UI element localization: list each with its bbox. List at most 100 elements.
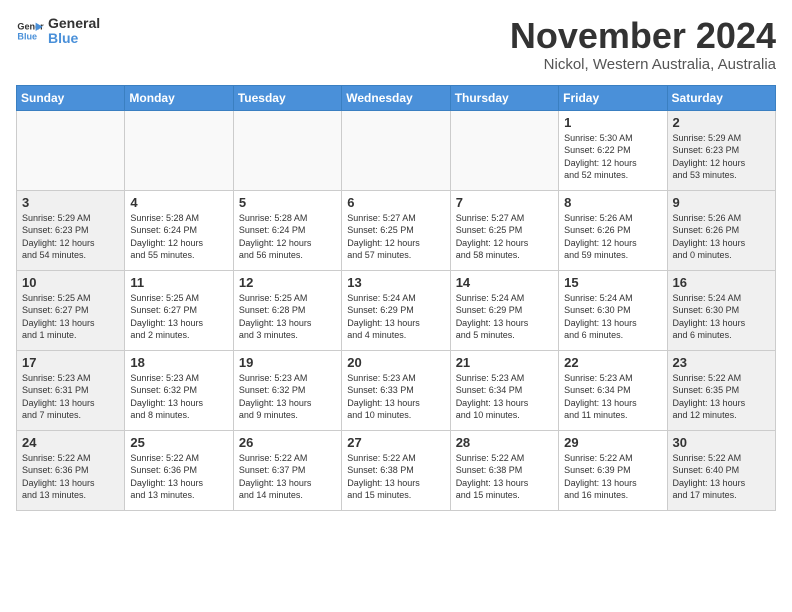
weekday-header-sunday: Sunday — [17, 85, 125, 110]
day-info: Sunrise: 5:23 AM Sunset: 6:31 PM Dayligh… — [22, 372, 119, 422]
day-info: Sunrise: 5:23 AM Sunset: 6:32 PM Dayligh… — [130, 372, 227, 422]
day-info: Sunrise: 5:22 AM Sunset: 6:36 PM Dayligh… — [22, 452, 119, 502]
day-info: Sunrise: 5:24 AM Sunset: 6:30 PM Dayligh… — [564, 292, 661, 342]
day-info: Sunrise: 5:24 AM Sunset: 6:30 PM Dayligh… — [673, 292, 770, 342]
day-info: Sunrise: 5:22 AM Sunset: 6:39 PM Dayligh… — [564, 452, 661, 502]
calendar-cell: 12 Sunrise: 5:25 AM Sunset: 6:28 PM Dayli… — [233, 270, 341, 350]
day-info: Sunrise: 5:27 AM Sunset: 6:25 PM Dayligh… — [456, 212, 553, 262]
calendar-cell — [342, 110, 450, 190]
calendar-cell — [125, 110, 233, 190]
calendar-cell: 22 Sunrise: 5:23 AM Sunset: 6:34 PM Dayli… — [559, 350, 667, 430]
day-info: Sunrise: 5:22 AM Sunset: 6:35 PM Dayligh… — [673, 372, 770, 422]
weekday-header-wednesday: Wednesday — [342, 85, 450, 110]
day-info: Sunrise: 5:23 AM Sunset: 6:32 PM Dayligh… — [239, 372, 336, 422]
calendar-cell: 9 Sunrise: 5:26 AM Sunset: 6:26 PM Daylig… — [667, 190, 775, 270]
calendar-cell — [17, 110, 125, 190]
calendar-week-2: 3 Sunrise: 5:29 AM Sunset: 6:23 PM Daylig… — [17, 190, 776, 270]
calendar-cell: 3 Sunrise: 5:29 AM Sunset: 6:23 PM Daylig… — [17, 190, 125, 270]
day-number: 23 — [673, 355, 770, 370]
calendar-table: SundayMondayTuesdayWednesdayThursdayFrid… — [16, 85, 776, 511]
day-number: 10 — [22, 275, 119, 290]
day-number: 17 — [22, 355, 119, 370]
title-block: November 2024 Nickol, Western Australia,… — [510, 16, 776, 73]
day-number: 15 — [564, 275, 661, 290]
day-number: 22 — [564, 355, 661, 370]
day-info: Sunrise: 5:23 AM Sunset: 6:34 PM Dayligh… — [456, 372, 553, 422]
calendar-cell: 1 Sunrise: 5:30 AM Sunset: 6:22 PM Daylig… — [559, 110, 667, 190]
weekday-header-tuesday: Tuesday — [233, 85, 341, 110]
day-number: 14 — [456, 275, 553, 290]
day-number: 9 — [673, 195, 770, 210]
day-number: 6 — [347, 195, 444, 210]
day-info: Sunrise: 5:22 AM Sunset: 6:36 PM Dayligh… — [130, 452, 227, 502]
day-info: Sunrise: 5:22 AM Sunset: 6:38 PM Dayligh… — [347, 452, 444, 502]
day-info: Sunrise: 5:26 AM Sunset: 6:26 PM Dayligh… — [564, 212, 661, 262]
logo: General Blue General Blue — [16, 16, 100, 47]
day-number: 29 — [564, 435, 661, 450]
calendar-cell: 17 Sunrise: 5:23 AM Sunset: 6:31 PM Dayli… — [17, 350, 125, 430]
day-number: 12 — [239, 275, 336, 290]
day-number: 26 — [239, 435, 336, 450]
calendar-cell: 27Sunrise: 5:22 AM Sunset: 6:38 PM Dayli… — [342, 430, 450, 510]
day-number: 1 — [564, 115, 661, 130]
calendar-cell: 10Sunrise: 5:25 AM Sunset: 6:27 PM Dayli… — [17, 270, 125, 350]
calendar-week-4: 17 Sunrise: 5:23 AM Sunset: 6:31 PM Dayli… — [17, 350, 776, 430]
calendar-cell: 30Sunrise: 5:22 AM Sunset: 6:40 PM Dayli… — [667, 430, 775, 510]
day-info: Sunrise: 5:24 AM Sunset: 6:29 PM Dayligh… — [456, 292, 553, 342]
weekday-header-friday: Friday — [559, 85, 667, 110]
calendar-cell — [450, 110, 558, 190]
weekday-header-saturday: Saturday — [667, 85, 775, 110]
day-number: 3 — [22, 195, 119, 210]
day-info: Sunrise: 5:23 AM Sunset: 6:34 PM Dayligh… — [564, 372, 661, 422]
weekday-header-thursday: Thursday — [450, 85, 558, 110]
calendar-cell: 11Sunrise: 5:25 AM Sunset: 6:27 PM Dayli… — [125, 270, 233, 350]
calendar-cell: 14 Sunrise: 5:24 AM Sunset: 6:29 PM Dayli… — [450, 270, 558, 350]
calendar-week-1: 1 Sunrise: 5:30 AM Sunset: 6:22 PM Daylig… — [17, 110, 776, 190]
day-info: Sunrise: 5:22 AM Sunset: 6:37 PM Dayligh… — [239, 452, 336, 502]
day-info: Sunrise: 5:24 AM Sunset: 6:29 PM Dayligh… — [347, 292, 444, 342]
day-number: 4 — [130, 195, 227, 210]
calendar-cell: 8 Sunrise: 5:26 AM Sunset: 6:26 PM Daylig… — [559, 190, 667, 270]
day-number: 16 — [673, 275, 770, 290]
day-info: Sunrise: 5:22 AM Sunset: 6:38 PM Dayligh… — [456, 452, 553, 502]
day-number: 18 — [130, 355, 227, 370]
day-info: Sunrise: 5:26 AM Sunset: 6:26 PM Dayligh… — [673, 212, 770, 262]
day-number: 24 — [22, 435, 119, 450]
day-info: Sunrise: 5:29 AM Sunset: 6:23 PM Dayligh… — [22, 212, 119, 262]
calendar-cell: 15 Sunrise: 5:24 AM Sunset: 6:30 PM Dayli… — [559, 270, 667, 350]
day-info: Sunrise: 5:25 AM Sunset: 6:28 PM Dayligh… — [239, 292, 336, 342]
day-info: Sunrise: 5:22 AM Sunset: 6:40 PM Dayligh… — [673, 452, 770, 502]
calendar-cell: 23 Sunrise: 5:22 AM Sunset: 6:35 PM Dayli… — [667, 350, 775, 430]
calendar-cell: 13 Sunrise: 5:24 AM Sunset: 6:29 PM Dayli… — [342, 270, 450, 350]
calendar-cell: 19Sunrise: 5:23 AM Sunset: 6:32 PM Dayli… — [233, 350, 341, 430]
day-number: 25 — [130, 435, 227, 450]
day-info: Sunrise: 5:28 AM Sunset: 6:24 PM Dayligh… — [130, 212, 227, 262]
calendar-cell: 20Sunrise: 5:23 AM Sunset: 6:33 PM Dayli… — [342, 350, 450, 430]
calendar-cell: 7 Sunrise: 5:27 AM Sunset: 6:25 PM Daylig… — [450, 190, 558, 270]
calendar-cell: 18 Sunrise: 5:23 AM Sunset: 6:32 PM Dayli… — [125, 350, 233, 430]
page-header: General Blue General Blue November 2024 … — [16, 16, 776, 73]
svg-text:Blue: Blue — [17, 32, 37, 42]
calendar-cell: 5Sunrise: 5:28 AM Sunset: 6:24 PM Daylig… — [233, 190, 341, 270]
calendar-cell: 24 Sunrise: 5:22 AM Sunset: 6:36 PM Dayli… — [17, 430, 125, 510]
day-number: 7 — [456, 195, 553, 210]
logo-line1: General — [48, 16, 100, 31]
calendar-cell: 25 Sunrise: 5:22 AM Sunset: 6:36 PM Dayli… — [125, 430, 233, 510]
calendar-cell: 21Sunrise: 5:23 AM Sunset: 6:34 PM Dayli… — [450, 350, 558, 430]
day-number: 20 — [347, 355, 444, 370]
weekday-header-row: SundayMondayTuesdayWednesdayThursdayFrid… — [17, 85, 776, 110]
calendar-cell: 6 Sunrise: 5:27 AM Sunset: 6:25 PM Daylig… — [342, 190, 450, 270]
day-info: Sunrise: 5:30 AM Sunset: 6:22 PM Dayligh… — [564, 132, 661, 182]
day-number: 11 — [130, 275, 227, 290]
calendar-cell: 2Sunrise: 5:29 AM Sunset: 6:23 PM Daylig… — [667, 110, 775, 190]
day-number: 13 — [347, 275, 444, 290]
calendar-cell: 16 Sunrise: 5:24 AM Sunset: 6:30 PM Dayli… — [667, 270, 775, 350]
day-number: 5 — [239, 195, 336, 210]
day-info: Sunrise: 5:27 AM Sunset: 6:25 PM Dayligh… — [347, 212, 444, 262]
weekday-header-monday: Monday — [125, 85, 233, 110]
day-number: 8 — [564, 195, 661, 210]
location-subtitle: Nickol, Western Australia, Australia — [510, 56, 776, 73]
month-title: November 2024 — [510, 16, 776, 56]
calendar-cell: 28Sunrise: 5:22 AM Sunset: 6:38 PM Dayli… — [450, 430, 558, 510]
calendar-week-5: 24 Sunrise: 5:22 AM Sunset: 6:36 PM Dayli… — [17, 430, 776, 510]
